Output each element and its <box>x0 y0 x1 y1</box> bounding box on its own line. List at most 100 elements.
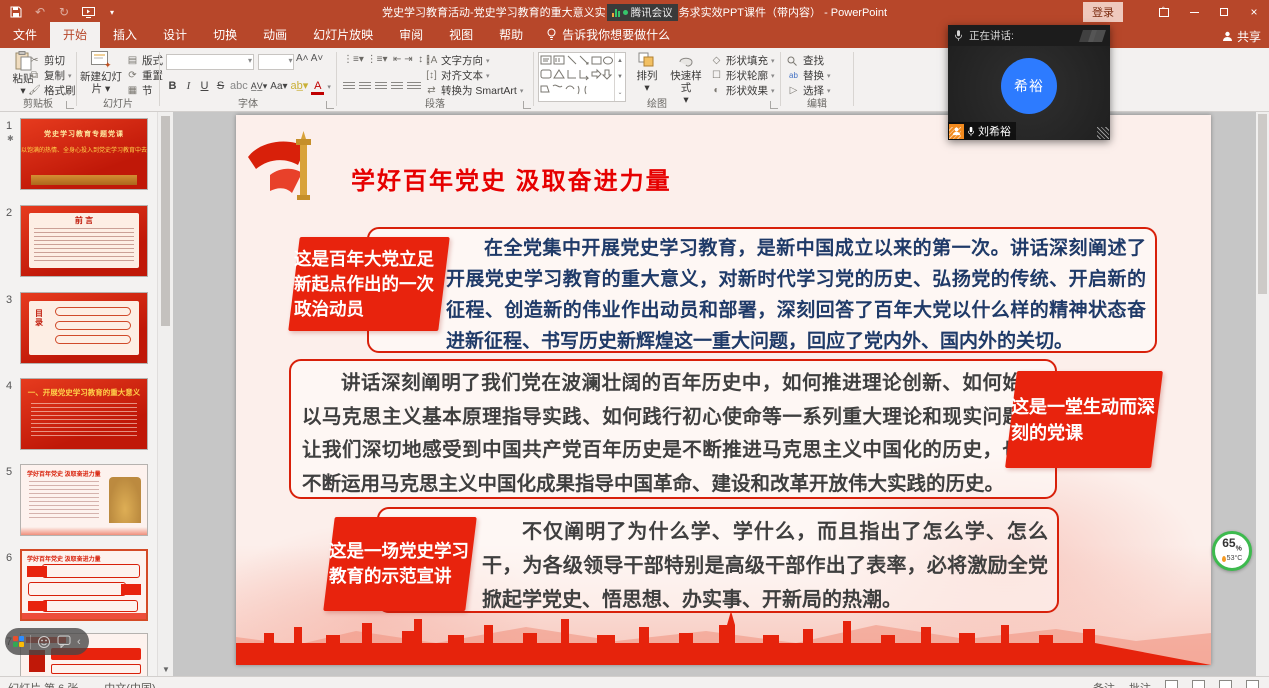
cut-button[interactable]: ✂剪切 <box>28 53 76 68</box>
close-icon[interactable]: × <box>1239 0 1269 24</box>
text-direction-button[interactable]: ∥A文字方向 ▾ <box>425 53 523 68</box>
block3-tag[interactable]: 这是一场党史学习教育的示范宣讲 <box>323 517 477 611</box>
tab-slideshow[interactable]: 幻灯片放映 <box>300 22 386 48</box>
login-button[interactable]: 登录 <box>1083 2 1123 22</box>
current-slide[interactable]: 学好百年党史 汲取奋进力量 在全党集中开展党史学习教育，是新中国成立以来的第一次… <box>236 115 1211 665</box>
system-monitor-widget[interactable]: 65% 53°C <box>1212 531 1252 571</box>
minimize-icon[interactable] <box>1179 0 1209 24</box>
font-color-button[interactable]: A <box>311 80 324 95</box>
shape-fill-button[interactable]: ◇形状填充 ▾ <box>710 53 775 68</box>
share-button[interactable]: 共享 <box>1222 28 1261 45</box>
slide-title[interactable]: 学好百年党史 汲取奋进力量 <box>351 161 672 196</box>
copy-button[interactable]: ⧉复制 ▾ <box>28 68 76 83</box>
arrange-button[interactable]: 排列▾ <box>630 52 664 94</box>
maximize-icon[interactable] <box>1209 0 1239 24</box>
resize-handle[interactable] <box>949 127 961 139</box>
strikethrough-button[interactable]: S <box>214 80 227 92</box>
underline-button[interactable]: U <box>198 80 211 92</box>
clipboard-dialog-launcher[interactable] <box>66 101 74 109</box>
normal-view-icon[interactable] <box>1165 680 1178 688</box>
customize-qat-icon[interactable]: ▾ <box>104 4 120 20</box>
block1-text[interactable]: 在全党集中开展党史学习教育，是新中国成立以来的第一次。讲话深刻阐述了开展党史学习… <box>446 233 1146 357</box>
tab-review[interactable]: 审阅 <box>386 22 436 48</box>
tab-help[interactable]: 帮助 <box>486 22 536 48</box>
new-slide-button[interactable]: ✦ 新建幻灯片 ▾ <box>78 51 124 95</box>
slide-sorter-icon[interactable] <box>1192 680 1205 688</box>
status-comments-button[interactable]: 批注 <box>1129 680 1151 688</box>
highlight-color-button[interactable]: ab̲▾ <box>291 79 309 92</box>
slide-thumbnail-4[interactable]: 一、开展党史学习教育的重大意义 <box>20 378 148 450</box>
tab-file[interactable]: 文件 <box>0 22 50 48</box>
tencent-meeting-chip[interactable]: 腾讯会议 <box>607 4 678 21</box>
tab-insert[interactable]: 插入 <box>100 22 150 48</box>
tencent-meeting-overlay[interactable]: 正在讲话: 希裕 刘希裕 <box>948 25 1110 140</box>
align-buttons[interactable] <box>343 78 425 96</box>
status-slide-info: 幻灯片 第 6 张 <box>8 680 78 688</box>
replace-button[interactable]: ab替换 ▾ <box>787 68 831 83</box>
tab-design[interactable]: 设计 <box>150 22 200 48</box>
block3-text[interactable]: 不仅阐明了为什么学、学什么，而且指出了怎么学、怎么干，为各级领导干部特别是高级干… <box>482 515 1048 617</box>
list-buttons[interactable]: ⋮≡▾ ⋮≡▾ ⇤ ⇥ ↕⋮ <box>343 54 433 65</box>
bold-button[interactable]: B <box>166 80 179 92</box>
slide-thumbnail-3[interactable]: 目录 <box>20 292 148 364</box>
change-case-button[interactable]: Aa▾ <box>270 81 287 92</box>
undo-icon[interactable]: ↶ <box>32 4 48 20</box>
slide-thumbnail-5[interactable]: 学好百年党史 汲取奋进力量 <box>20 464 148 536</box>
meeting-video-area[interactable]: 希裕 刘希裕 <box>948 46 1110 140</box>
font-group-label: 字体 <box>160 95 336 110</box>
reading-view-icon[interactable] <box>1219 680 1232 688</box>
tab-animations[interactable]: 动画 <box>250 22 300 48</box>
start-slideshow-icon[interactable] <box>80 4 96 20</box>
block2-text[interactable]: 讲话深刻阐明了我们党在波澜壮阔的百年历史中，如何推进理论创新、如何始终以马克思主… <box>302 367 1042 501</box>
save-icon[interactable] <box>8 4 24 20</box>
meeting-floating-toolbar[interactable]: ‹ <box>5 628 89 655</box>
status-language[interactable]: 中文(中国) <box>104 680 155 688</box>
align-text-button[interactable]: [↕]对齐文本 ▾ <box>425 68 523 83</box>
block1-tag[interactable]: 这是百年大党立足新起点作出的一次政治动员 <box>288 237 450 331</box>
group-clipboard: 粘贴▾ ✂剪切 ⧉复制 ▾ 🖌︎格式刷 剪贴板 <box>0 48 76 111</box>
block2-tag[interactable]: 这是一堂生动而深刻的党课 <box>1005 371 1163 468</box>
reset-button[interactable]: ⟳重置 <box>126 68 163 83</box>
tab-view[interactable]: 视图 <box>436 22 486 48</box>
editor-scrollbar[interactable] <box>1256 112 1269 676</box>
slide-thumbnail-2[interactable]: 前 言 <box>20 205 148 277</box>
collapse-toolbar-icon[interactable]: ‹ <box>77 636 81 648</box>
italic-button[interactable]: I <box>182 80 195 92</box>
char-spacing-button[interactable]: A̲V̲▾ <box>251 81 268 92</box>
ribbon-display-options-icon[interactable] <box>1149 0 1179 24</box>
tab-transitions[interactable]: 切换 <box>200 22 250 48</box>
status-bar: 幻灯片 第 6 张 中文(中国) 备注 批注 <box>0 676 1269 688</box>
drawing-dialog-launcher[interactable] <box>770 101 778 109</box>
thumb-number-4: 4 <box>6 380 12 392</box>
redo-icon[interactable]: ↻ <box>56 4 72 20</box>
find-button[interactable]: 查找 <box>787 53 831 68</box>
font-name-combo[interactable] <box>166 54 254 70</box>
chat-icon[interactable] <box>57 635 71 648</box>
mic-icon <box>954 29 963 42</box>
thumbnail-scrollbar[interactable]: ▼ <box>157 112 173 676</box>
scroll-down-arrow[interactable]: ▼ <box>158 665 174 674</box>
text-shadow-button[interactable]: abc <box>230 80 248 92</box>
font-size-combo[interactable] <box>258 54 294 70</box>
shapes-gallery-scroll[interactable]: ▲▼⌄ <box>614 53 625 101</box>
font-dialog-launcher[interactable] <box>326 101 334 109</box>
city-skyline-silhouette <box>236 607 1211 665</box>
slide-thumbnail-6-current[interactable]: 学好百年党史 汲取奋进力量 <box>20 549 148 621</box>
tab-home[interactable]: 开始 <box>50 22 100 48</box>
paragraph-dialog-launcher[interactable] <box>523 101 531 109</box>
slide-thumbnail-1[interactable]: 党史学习教育专题党课 以饱满的热情、全身心投入到党史学习教育中去 <box>20 118 148 190</box>
scissors-icon: ✂ <box>28 55 41 66</box>
font-grow-shrink[interactable]: A˄ A˅ <box>296 53 323 64</box>
thumb-number-2: 2 <box>6 207 12 219</box>
slideshow-view-icon[interactable] <box>1246 680 1259 688</box>
tell-me-box[interactable]: 告诉我你想要做什么 <box>536 22 680 48</box>
resize-handle[interactable] <box>1097 127 1109 139</box>
apps-grid-icon[interactable] <box>13 636 24 647</box>
emoji-icon[interactable] <box>37 635 51 649</box>
speaking-label: 正在讲话: <box>969 28 1014 43</box>
layout-button[interactable]: ▤版式 <box>126 53 163 68</box>
status-notes-button[interactable]: 备注 <box>1093 680 1115 688</box>
shape-outline-button[interactable]: ☐形状轮廓 ▾ <box>710 68 775 83</box>
participant-name: 刘希裕 <box>978 123 1011 139</box>
search-icon <box>787 56 800 66</box>
